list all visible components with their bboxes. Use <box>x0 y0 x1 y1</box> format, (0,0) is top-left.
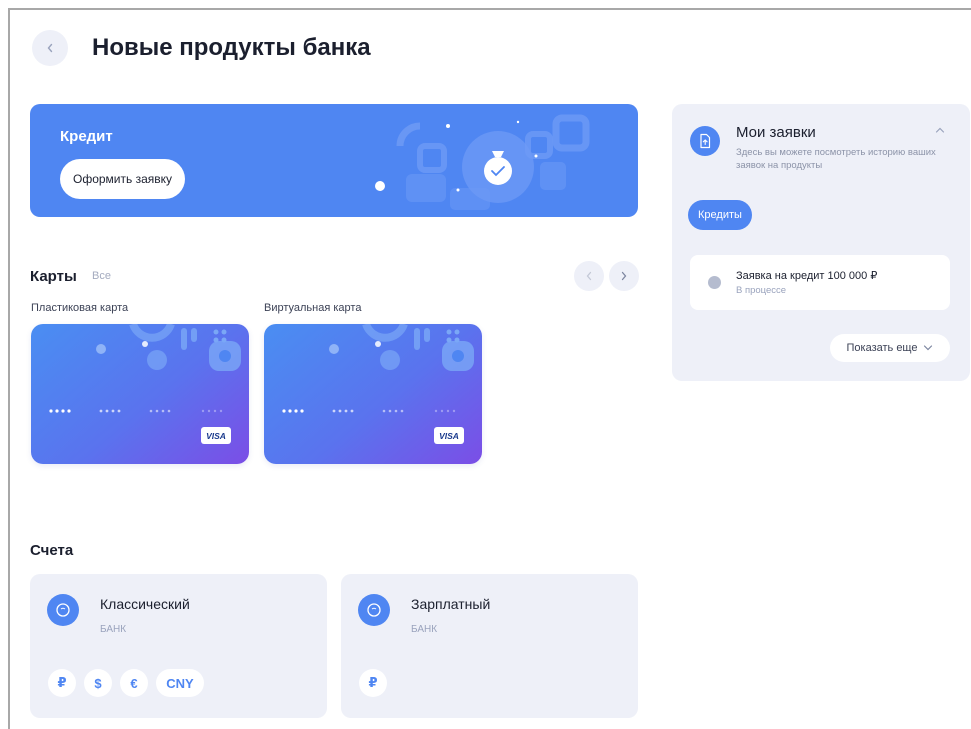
account-bank: БАНК <box>411 624 438 635</box>
show-more-button[interactable]: Показать еще <box>830 334 950 362</box>
visa-logo: VISA <box>439 431 459 441</box>
account-icon <box>47 594 79 626</box>
card-pattern: VISA <box>49 324 241 444</box>
show-more-label: Показать еще <box>846 342 918 354</box>
back-button[interactable] <box>32 30 68 66</box>
account-card-salary[interactable]: Зарплатный БАНК ₽ <box>341 574 638 718</box>
currency-eur-button[interactable]: € <box>120 669 148 697</box>
currency-usd-button[interactable]: $ <box>84 669 112 697</box>
account-bank: БАНК <box>100 624 127 635</box>
collapse-button[interactable] <box>930 120 950 140</box>
cards-section-title: Карты <box>30 268 77 285</box>
chevron-up-icon <box>935 127 945 133</box>
card-caption-plastic: Пластиковая карта <box>31 302 129 314</box>
account-icon <box>358 594 390 626</box>
visa-logo: VISA <box>206 431 226 441</box>
pending-status-icon <box>708 276 721 289</box>
credit-banner-title: Кредит <box>60 128 113 145</box>
card-caption-virtual: Виртуальная карта <box>264 302 362 314</box>
card-pattern: VISA <box>282 324 474 444</box>
currency-cny-button[interactable]: CNY <box>156 669 204 697</box>
panel-title: Мои заявки <box>736 124 816 141</box>
accounts-section-title: Счета <box>30 542 74 559</box>
document-upload-icon <box>690 126 720 156</box>
account-card-classic[interactable]: Классический БАНК ₽ $ € CNY <box>30 574 327 718</box>
money-bag-illustration <box>375 114 590 210</box>
app-window: Новые продукты банка Кредит Оформить зая… <box>8 8 971 729</box>
cards-prev-button[interactable] <box>574 261 604 291</box>
request-title: Заявка на кредит 100 000 ₽ <box>736 270 878 282</box>
filter-credits-button[interactable]: Кредиты <box>688 200 752 230</box>
my-requests-panel: Мои заявки Здесь вы можете посмотреть ис… <box>672 104 970 381</box>
panel-description: Здесь вы можете посмотреть историю ваших… <box>736 147 936 171</box>
plastic-card[interactable]: VISA <box>31 324 249 464</box>
apply-credit-button[interactable]: Оформить заявку <box>60 159 185 199</box>
page-title: Новые продукты банка <box>92 34 371 61</box>
account-name: Классический <box>100 596 190 612</box>
virtual-card[interactable]: VISA <box>264 324 482 464</box>
chevron-left-icon <box>47 43 53 53</box>
cards-next-button[interactable] <box>609 261 639 291</box>
cards-all-link[interactable]: Все <box>92 270 111 282</box>
account-name: Зарплатный <box>411 596 491 612</box>
currency-rub-button[interactable]: ₽ <box>359 669 387 697</box>
chevron-right-icon <box>621 271 627 281</box>
currency-rub-button[interactable]: ₽ <box>48 669 76 697</box>
chevron-left-icon <box>586 271 592 281</box>
chevron-down-icon <box>924 345 933 351</box>
credit-banner: Кредит Оформить заявку <box>30 104 638 217</box>
request-status: В процессе <box>736 285 787 296</box>
request-item[interactable]: Заявка на кредит 100 000 ₽ В процессе <box>690 255 950 310</box>
